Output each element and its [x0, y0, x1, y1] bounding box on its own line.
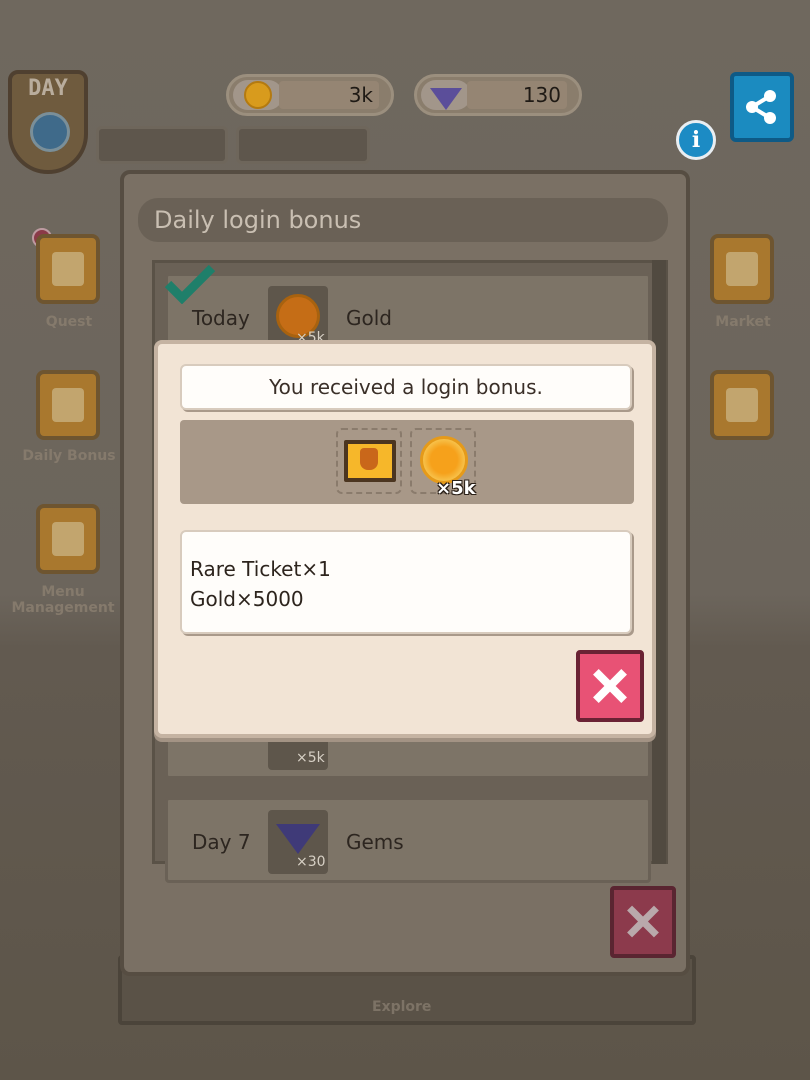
checkmark-icon	[164, 264, 216, 304]
detail-line-gold: Gold×5000	[190, 587, 304, 611]
info-button[interactable]: i	[676, 120, 716, 160]
info-icon: i	[691, 127, 701, 153]
coin-counter: 3k	[226, 74, 394, 116]
globe-icon	[30, 112, 70, 152]
detail-line-ticket: Rare Ticket×1	[190, 557, 331, 581]
login-bonus-dialog: You received a login bonus. ×5k Rare Tic…	[154, 340, 656, 738]
gem-amount: 130	[467, 81, 567, 109]
stat-bar-house	[236, 126, 370, 164]
gem-counter: 130	[414, 74, 582, 116]
market-label: Market	[715, 314, 771, 330]
dialog-close-button[interactable]	[576, 650, 644, 722]
list-item: Day 7 ×30 Gems	[165, 797, 651, 883]
day-badge: DAY	[8, 70, 88, 174]
row-day: Today	[192, 306, 250, 330]
quest-button[interactable]	[36, 234, 100, 304]
panel-close-button[interactable]	[610, 886, 676, 958]
daily-bonus-label: Daily Bonus	[22, 448, 116, 464]
panel-title: Daily login bonus	[154, 206, 362, 234]
banner-button[interactable]	[710, 370, 774, 440]
share-button[interactable]	[730, 72, 794, 142]
quest-icon	[52, 252, 84, 286]
menu-management-label: Menu Management	[11, 584, 115, 616]
daily-bonus-button[interactable]	[36, 370, 100, 440]
calendar-icon	[52, 388, 84, 422]
menu-management-button[interactable]	[36, 504, 100, 574]
market-button[interactable]	[710, 234, 774, 304]
share-icon	[746, 90, 776, 124]
message-box: You received a login bonus.	[180, 364, 632, 410]
bag-icon	[726, 252, 758, 286]
banner-icon	[726, 388, 758, 422]
panel-header: Daily login bonus	[138, 198, 668, 242]
row-qty: ×30	[296, 854, 326, 870]
reward-qty: ×5k	[436, 478, 476, 499]
row-reward: Gems	[346, 830, 404, 854]
gold-coin-icon	[420, 436, 468, 484]
gold-coin-icon	[244, 81, 272, 109]
reward-slot-ticket	[336, 428, 402, 494]
reward-slot-gold: ×5k	[410, 428, 476, 499]
dialog-message: You received a login bonus.	[269, 375, 543, 399]
quest-label: Quest	[45, 314, 93, 330]
dish-icon	[52, 522, 84, 556]
row-qty: ×5k	[296, 750, 325, 766]
row-day: Day 7	[192, 830, 251, 854]
explore-label: Explore	[372, 999, 432, 1015]
stat-bar-staff	[96, 126, 228, 164]
day-label: DAY	[28, 76, 68, 101]
reward-details: Rare Ticket×1 Gold×5000	[180, 530, 632, 634]
row-reward: Gold	[346, 306, 392, 330]
rare-ticket-icon	[344, 440, 396, 482]
reward-strip: ×5k	[180, 420, 634, 504]
gem-icon	[430, 88, 462, 110]
coin-amount: 3k	[279, 81, 379, 109]
